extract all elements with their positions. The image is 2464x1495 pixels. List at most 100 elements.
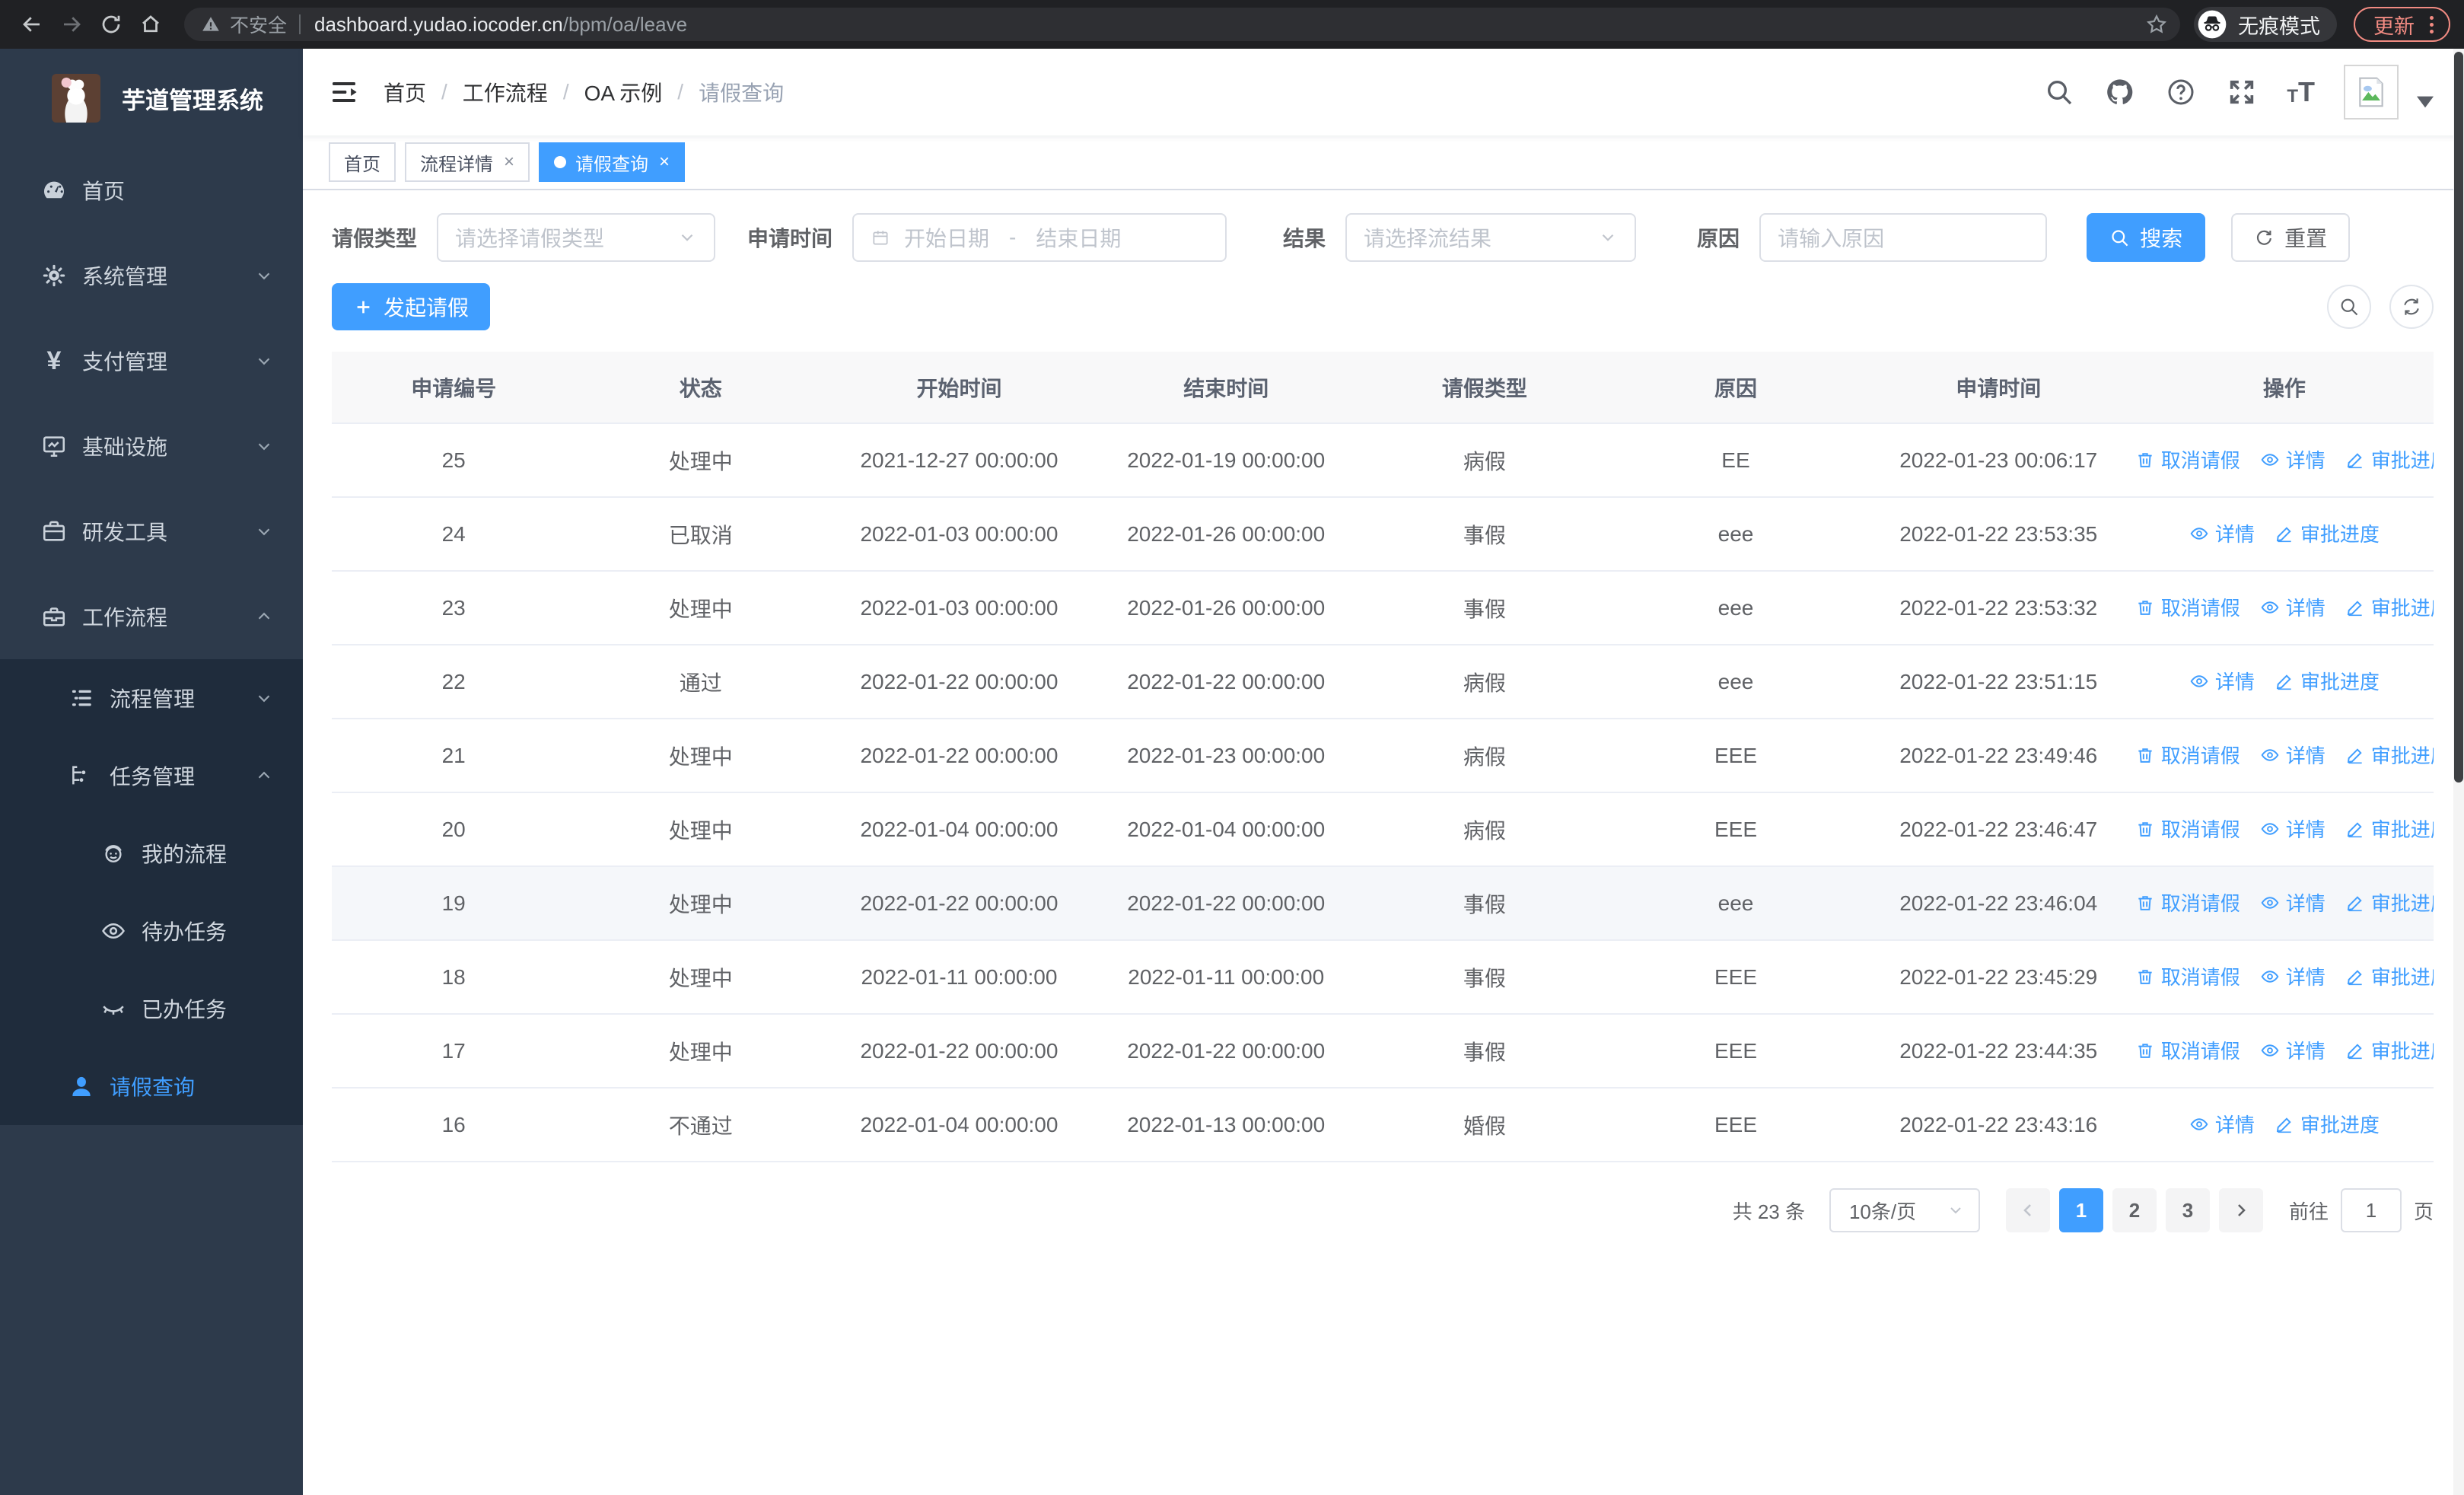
cancel-leave-link[interactable]: 取消请假: [2135, 962, 2240, 990]
reason-input[interactable]: 请输入原因: [1759, 213, 2048, 262]
breadcrumb-item[interactable]: OA 示例: [584, 77, 663, 107]
fullscreen-icon[interactable]: [2226, 76, 2258, 108]
table-row[interactable]: 20 处理中 2022-01-04 00:00:00 2022-01-04 00:00…: [332, 792, 2434, 867]
table-row[interactable]: 22 通过 2022-01-22 00:00:00 2022-01-22 00:00:…: [332, 645, 2434, 719]
detail-link[interactable]: 详情: [2189, 1110, 2255, 1138]
approval-progress-link[interactable]: 审批进度: [2275, 519, 2380, 547]
sidebar-item-system-management[interactable]: 系统管理: [0, 233, 303, 318]
approval-progress-link[interactable]: 审批进度: [2345, 741, 2434, 769]
approval-progress-link[interactable]: 审批进度: [2345, 888, 2434, 916]
page-button-1[interactable]: 1: [2058, 1188, 2103, 1232]
next-page-button[interactable]: [2218, 1188, 2263, 1232]
start-date-placeholder[interactable]: 开始日期: [904, 222, 989, 253]
detail-link[interactable]: 详情: [2260, 741, 2326, 769]
search-button[interactable]: 搜索: [2087, 213, 2206, 262]
font-size-icon[interactable]: TT: [2287, 78, 2315, 106]
tab-leave-query[interactable]: 请假查询 ×: [539, 142, 686, 182]
forward-icon[interactable]: [55, 8, 88, 41]
approval-progress-link[interactable]: 审批进度: [2275, 667, 2380, 695]
refresh-table-button[interactable]: [2389, 285, 2434, 329]
approval-progress-link[interactable]: 审批进度: [2345, 962, 2434, 990]
table-row[interactable]: 24 已取消 2022-01-03 00:00:00 2022-01-26 00:00…: [332, 497, 2434, 572]
detail-link[interactable]: 详情: [2260, 1036, 2326, 1064]
table-row[interactable]: 23 处理中 2022-01-03 00:00:00 2022-01-26 00:00…: [332, 571, 2434, 645]
page-button-3[interactable]: 3: [2165, 1188, 2210, 1232]
reset-button[interactable]: 重置: [2231, 213, 2351, 262]
approval-progress-link[interactable]: 审批进度: [2345, 1036, 2434, 1064]
detail-link[interactable]: 详情: [2189, 667, 2255, 695]
chrome-update-button[interactable]: 更新: [2354, 7, 2450, 42]
home-icon[interactable]: [134, 8, 167, 41]
sidebar-item-leave-query[interactable]: 请假查询: [0, 1047, 303, 1125]
approval-progress-link[interactable]: 审批进度: [2345, 593, 2434, 621]
show-search-button[interactable]: [2327, 285, 2371, 329]
url-bar[interactable]: 不安全 dashboard.yudao.iocoder.cn /bpm/oa/l…: [184, 8, 2180, 41]
leave-type-select[interactable]: 请选择请假类型: [437, 213, 716, 262]
apply-time-range-picker[interactable]: 开始日期 - 结束日期: [852, 213, 1227, 262]
browser-menu-icon[interactable]: [2425, 15, 2438, 33]
sidebar-item-todo-tasks[interactable]: 待办任务: [0, 892, 303, 970]
cancel-leave-link[interactable]: 取消请假: [2135, 1036, 2240, 1064]
end-date-placeholder[interactable]: 结束日期: [1036, 222, 1121, 253]
back-icon[interactable]: [15, 8, 49, 41]
url-host[interactable]: dashboard.yudao.iocoder.cn: [314, 13, 563, 37]
table-row[interactable]: 25 处理中 2021-12-27 00:00:00 2022-01-19 00:00…: [332, 423, 2434, 498]
goto-page-input[interactable]: [2340, 1188, 2402, 1232]
bookmark-star-icon[interactable]: [2145, 13, 2168, 36]
approval-progress-link[interactable]: 审批进度: [2345, 814, 2434, 843]
breadcrumb-item[interactable]: 首页: [384, 77, 426, 107]
reload-icon[interactable]: [94, 8, 128, 41]
table-row[interactable]: 18 处理中 2022-01-11 00:00:00 2022-01-11 00:00…: [332, 940, 2434, 1015]
app-logo[interactable]: 芋道管理系统: [0, 49, 303, 148]
sidebar-item-process-management[interactable]: 流程管理: [0, 659, 303, 737]
tab-process-detail[interactable]: 流程详情 ×: [405, 142, 530, 182]
create-leave-button[interactable]: 发起请假: [332, 283, 491, 330]
page-button-2[interactable]: 2: [2112, 1188, 2157, 1232]
tab-home[interactable]: 首页: [329, 142, 396, 182]
sidebar-item-payment-management[interactable]: ¥ 支付管理: [0, 318, 303, 403]
cell-start-time: 2022-01-04 00:00:00: [826, 1088, 1093, 1162]
prev-page-button[interactable]: [2005, 1188, 2050, 1232]
result-select[interactable]: 请选择流结果: [1345, 213, 1637, 262]
page-scrollbar[interactable]: [2453, 49, 2464, 1495]
sidebar-item-my-process[interactable]: 我的流程: [0, 814, 303, 892]
detail-link[interactable]: 详情: [2260, 814, 2326, 843]
detail-link[interactable]: 详情: [2260, 445, 2326, 473]
page-size-select[interactable]: 10条/页: [1829, 1188, 1980, 1232]
detail-link[interactable]: 详情: [2189, 519, 2255, 547]
table-row[interactable]: 19 处理中 2022-01-22 00:00:00 2022-01-22 00:00…: [332, 866, 2434, 941]
update-label[interactable]: 更新: [2373, 10, 2415, 40]
avatar-caret-icon[interactable]: [2417, 96, 2434, 108]
detail-link[interactable]: 详情: [2260, 962, 2326, 990]
approval-progress-link[interactable]: 审批进度: [2345, 445, 2434, 473]
cancel-leave-link[interactable]: 取消请假: [2135, 593, 2240, 621]
sidebar-item-done-tasks[interactable]: 已办任务: [0, 970, 303, 1047]
breadcrumb-item[interactable]: 工作流程: [463, 77, 548, 107]
cancel-leave-link[interactable]: 取消请假: [2135, 814, 2240, 843]
table-row[interactable]: 17 处理中 2022-01-22 00:00:00 2022-01-22 00:00…: [332, 1014, 2434, 1089]
sidebar-item-workflow[interactable]: 工作流程: [0, 574, 303, 659]
approval-progress-link[interactable]: 审批进度: [2275, 1110, 2380, 1138]
sidebar-item-home[interactable]: 首页: [0, 148, 303, 233]
close-icon[interactable]: ×: [504, 153, 514, 171]
sidebar-item-task-management[interactable]: 任务管理: [0, 737, 303, 814]
security-label[interactable]: 不安全: [230, 11, 287, 38]
url-path[interactable]: /bpm/oa/leave: [563, 13, 687, 37]
avatar[interactable]: [2344, 65, 2399, 120]
sidebar-item-infrastructure[interactable]: 基础设施: [0, 403, 303, 489]
cancel-leave-link[interactable]: 取消请假: [2135, 888, 2240, 916]
sidebar-item-dev-tools[interactable]: 研发工具: [0, 489, 303, 574]
detail-link[interactable]: 详情: [2260, 593, 2326, 621]
sidebar-collapse-icon[interactable]: [329, 77, 359, 107]
scrollbar-thumb[interactable]: [2454, 52, 2463, 783]
help-icon[interactable]: [2165, 76, 2197, 108]
table-row[interactable]: 16 不通过 2022-01-04 00:00:00 2022-01-13 00:00…: [332, 1088, 2434, 1162]
detail-link[interactable]: 详情: [2260, 888, 2326, 916]
cancel-leave-link[interactable]: 取消请假: [2135, 741, 2240, 769]
table-row[interactable]: 21 处理中 2022-01-22 00:00:00 2022-01-23 00:00…: [332, 719, 2434, 793]
search-icon[interactable]: [2043, 76, 2075, 108]
close-icon[interactable]: ×: [659, 153, 670, 171]
github-icon[interactable]: [2104, 76, 2136, 108]
cancel-leave-link[interactable]: 取消请假: [2135, 445, 2240, 473]
page-content: 请假类型 请选择请假类型 申请时间 开始日期 - 结束日期 结果 请选择流结果: [303, 190, 2464, 1495]
